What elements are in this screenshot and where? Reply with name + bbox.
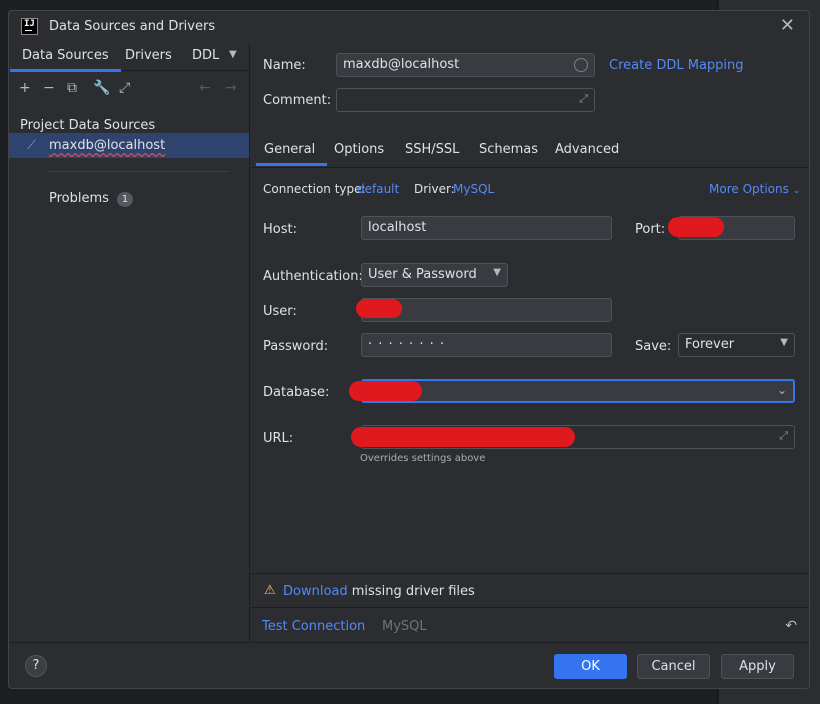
help-button[interactable]: ? [25,655,47,677]
download-link[interactable]: Download [283,584,348,599]
comment-label: Comment: [263,93,332,108]
left-pane: Data Sources Drivers DDL ▼ + − ⧉ 🔧 ⤢ ← →… [9,43,250,642]
redaction-mark [351,427,575,447]
save-label: Save: [635,339,672,354]
more-options-link[interactable]: More Options ⌄ [709,182,800,196]
footer: ? OK Cancel Apply [9,642,809,688]
test-connection-link[interactable]: Test Connection [262,619,365,634]
warning-text: Download missing driver files [283,584,475,599]
app-icon: IJ [21,18,38,35]
cancel-button[interactable]: Cancel [637,654,710,679]
problems-label: Problems [49,191,109,206]
apply-button[interactable]: Apply [721,654,794,679]
tab-options[interactable]: Options [334,142,384,157]
window-title: Data Sources and Drivers [49,19,216,34]
tree-item-label: maxdb@localhost [49,138,166,153]
forward-arrow-icon[interactable]: → [225,80,237,96]
host-value: localhost [368,220,427,235]
tab-data-sources[interactable]: Data Sources [10,48,121,72]
database-input[interactable]: ⌄ [361,379,795,403]
close-icon[interactable]: ✕ [780,15,795,36]
database-label: Database: [263,385,330,400]
tab-drivers[interactable]: Drivers [125,48,172,63]
create-ddl-mapping-link[interactable]: Create DDL Mapping [609,58,744,73]
dropdown-arrow-icon: ▼ [493,267,501,278]
expand-icon[interactable]: ⤢ [579,92,588,106]
chevron-down-icon: ⌄ [792,186,801,196]
tab-general[interactable]: General [255,142,328,166]
mysql-icon: ⟋ [27,138,37,153]
problems-item[interactable]: Problems 1 [49,191,134,207]
host-label: Host: [263,222,297,237]
chevron-down-icon[interactable]: ⌄ [777,383,787,397]
tree-item-datasource[interactable]: ⟋ maxdb@localhost [9,133,249,158]
remove-icon[interactable]: − [43,80,55,96]
title-bar: IJ Data Sources and Drivers ✕ [9,11,809,43]
connection-type-value[interactable]: default [357,182,399,196]
password-input[interactable]: · · · · · · · · [361,333,612,357]
divider [49,171,229,172]
copy-icon[interactable]: ⧉ [67,80,77,96]
password-value: · · · · · · · · [368,337,445,352]
password-label: Password: [263,339,329,354]
redaction-mark [349,381,422,401]
chevron-down-icon[interactable]: ▼ [229,49,237,60]
name-label: Name: [263,58,306,73]
add-icon[interactable]: + [19,80,31,96]
url-note: Overrides settings above [360,453,486,464]
url-label: URL: [263,431,294,446]
warning-icon: ⚠ [264,583,276,598]
save-value: Forever [685,337,735,352]
project-data-sources-label: Project Data Sources [20,118,156,133]
right-pane: Name: maxdb@localhost Create DDL Mapping… [250,43,809,642]
driver-name: MySQL [382,619,427,634]
bottom-links: Test Connection MySQL ↶ [250,607,809,642]
dialog: IJ Data Sources and Drivers ✕ Data Sourc… [8,10,810,689]
back-arrow-icon[interactable]: ← [199,80,211,96]
user-label: User: [263,304,297,319]
name-value: maxdb@localhost [343,57,460,72]
ok-button[interactable]: OK [554,654,627,679]
authentication-label: Authentication: [263,269,363,284]
port-label: Port: [635,222,666,237]
settings-tabs: General Options SSH/SSL Schemas Advanced [250,134,809,168]
comment-input[interactable]: ⤢ [336,88,595,112]
name-input[interactable]: maxdb@localhost [336,53,595,77]
tab-ddl[interactable]: DDL [192,48,219,63]
warning-message: missing driver files [351,584,475,599]
wrench-icon[interactable]: 🔧 [93,80,110,96]
connection-type-label: Connection type: [263,182,366,196]
tab-schemas[interactable]: Schemas [479,142,538,157]
driver-label: Driver: [414,182,455,196]
authentication-select[interactable]: User & Password ▼ [361,263,508,287]
tab-advanced[interactable]: Advanced [555,142,619,157]
more-options-label: More Options [709,182,789,196]
left-tabs: Data Sources Drivers DDL ▼ [9,43,249,72]
expand-icon[interactable]: ⤢ [779,429,788,443]
redaction-mark [356,299,402,318]
color-circle-icon[interactable] [574,58,588,72]
driver-value[interactable]: MySQL [453,182,494,196]
save-select[interactable]: Forever ▼ [678,333,795,357]
redaction-mark [668,217,724,237]
dropdown-arrow-icon: ▼ [780,337,788,348]
warning-bar: ⚠ Download missing driver files [250,573,809,607]
export-icon[interactable]: ⤢ [119,80,130,96]
problems-count-badge: 1 [117,192,134,207]
authentication-value: User & Password [368,267,477,282]
host-input[interactable]: localhost [361,216,612,240]
toolbar: + − ⧉ 🔧 ⤢ ← → [9,73,249,103]
undo-icon[interactable]: ↶ [785,618,797,634]
tab-ssh-ssl[interactable]: SSH/SSL [405,142,459,157]
